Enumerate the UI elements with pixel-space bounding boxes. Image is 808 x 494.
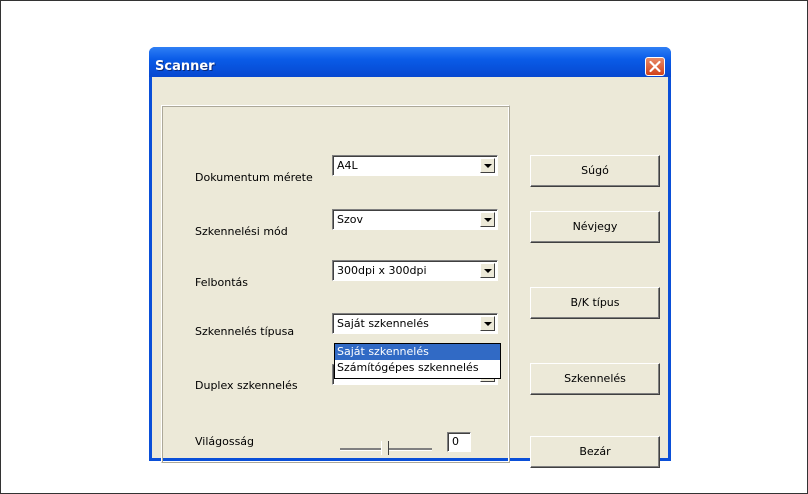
resolution-select[interactable]: 300dpi x 300dpi <box>332 260 498 281</box>
scanner-dialog: Scanner Dokumentum mérete A4L Szkennelés… <box>149 47 671 468</box>
resolution-label: Felbontás <box>195 276 249 289</box>
brightness-slider-thumb[interactable] <box>381 441 389 455</box>
dropdown-option[interactable]: Saját szkennelés <box>335 344 500 360</box>
about-button[interactable]: Névjegy <box>530 211 660 243</box>
document-size-select[interactable]: A4L <box>332 155 498 176</box>
scan-button[interactable]: Szkennelés <box>530 363 660 395</box>
scan-mode-label: Szkennelési mód <box>195 225 288 238</box>
bw-type-button[interactable]: B/K típus <box>530 287 660 319</box>
scan-type-label: Szkennelés típusa <box>195 325 295 338</box>
scan-type-select[interactable]: Saját szkennelés <box>332 313 498 334</box>
dialog-body: Dokumentum mérete A4L Szkennelési mód Sz… <box>152 77 668 468</box>
resolution-value: 300dpi x 300dpi <box>337 264 427 277</box>
scan-mode-value: Szov <box>337 213 363 226</box>
chevron-down-icon[interactable] <box>480 212 495 227</box>
brightness-label: Világosság <box>195 435 255 448</box>
title-bar[interactable]: Scanner <box>149 47 671 77</box>
scan-type-dropdown-list: Saját szkennelés Számítógépes szkennelés <box>334 343 501 379</box>
scan-mode-select[interactable]: Szov <box>332 209 498 230</box>
chevron-down-icon[interactable] <box>480 263 495 278</box>
close-button[interactable]: Bezár <box>530 436 660 468</box>
chevron-down-icon[interactable] <box>480 316 495 331</box>
scan-type-value: Saját szkennelés <box>337 317 429 330</box>
document-size-label: Dokumentum mérete <box>195 171 313 184</box>
close-icon <box>649 60 661 73</box>
brightness-value[interactable]: 0 <box>447 432 471 452</box>
help-button[interactable]: Súgó <box>530 155 660 187</box>
chevron-down-icon[interactable] <box>480 158 495 173</box>
document-size-value: A4L <box>337 159 358 172</box>
dialog-title: Scanner <box>155 59 215 74</box>
duplex-label: Duplex szkennelés <box>195 379 298 392</box>
close-window-button[interactable] <box>645 57 665 76</box>
dropdown-option[interactable]: Számítógépes szkennelés <box>335 360 500 376</box>
